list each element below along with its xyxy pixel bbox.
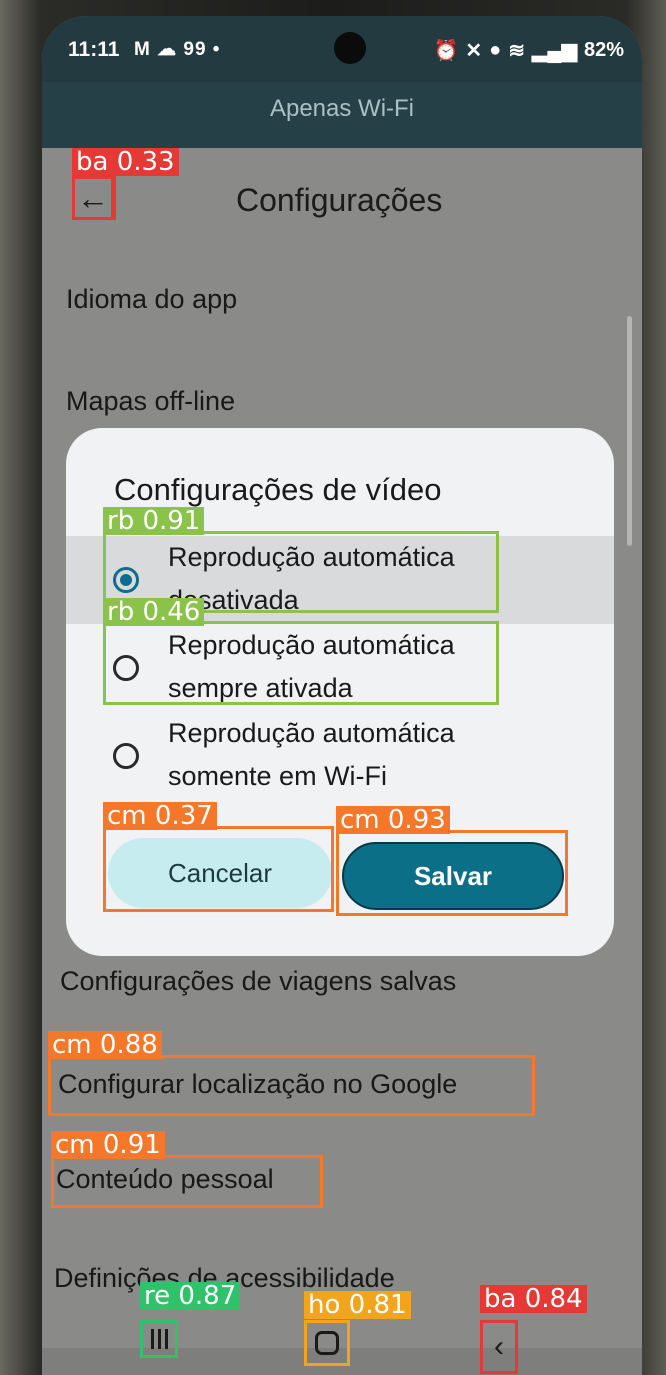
detection-box xyxy=(48,1055,535,1116)
option-label: Reprodução automática somente em Wi-Fi xyxy=(168,718,455,791)
network-banner: Apenas Wi-Fi xyxy=(42,82,642,148)
recents-icon[interactable] xyxy=(140,1320,178,1358)
detection-label: rb 0.46 xyxy=(103,598,205,626)
status-bar: 11:11 M ☁ 99 • ⏰ ✕ ● ≋ ▂▄▆ 82% xyxy=(42,16,642,82)
status-right: ⏰ ✕ ● ≋ ▂▄▆ 82% xyxy=(434,38,625,63)
dialog-title: Configurações de vídeo xyxy=(114,472,442,507)
front-camera xyxy=(334,32,366,64)
page-title: Configurações xyxy=(236,182,443,218)
settings-item-app-language[interactable]: Idioma do app xyxy=(66,284,237,315)
detection-label: cm 0.88 xyxy=(48,1031,162,1059)
detection-label: re 0.87 xyxy=(140,1282,241,1310)
status-time: 11:11 xyxy=(68,38,120,61)
detection-box xyxy=(336,830,568,916)
detection-label: ba 0.33 xyxy=(72,148,179,176)
scrollbar[interactable] xyxy=(627,316,632,546)
detection-label: ba 0.84 xyxy=(480,1285,587,1313)
detection-label: ho 0.81 xyxy=(304,1291,411,1319)
option-autoplay-wifi[interactable]: Reprodução automática somente em Wi-Fi xyxy=(66,712,614,800)
notification-icons: M ☁ 99 • xyxy=(134,39,221,60)
detection-box xyxy=(103,621,499,705)
signal-icon: ▂▄▆ xyxy=(532,40,577,62)
detection-box xyxy=(72,172,116,220)
detection-box xyxy=(103,826,334,912)
detection-label: rb 0.91 xyxy=(103,507,205,535)
settings-item-offline-maps[interactable]: Mapas off-line xyxy=(66,386,235,417)
wifi-icon: ≋ xyxy=(508,40,526,62)
home-icon[interactable] xyxy=(304,1320,350,1366)
location-icon: ● xyxy=(489,39,502,61)
settings-item-saved-trips[interactable]: Configurações de viagens salvas xyxy=(60,966,456,997)
back-nav-icon[interactable]: ‹ xyxy=(480,1320,518,1374)
detection-label: cm 0.91 xyxy=(51,1131,165,1159)
detection-box xyxy=(51,1155,323,1208)
radio-unselected-icon[interactable] xyxy=(113,743,139,769)
mute-icon: ✕ xyxy=(465,40,483,62)
detection-label: cm 0.37 xyxy=(103,802,217,830)
alarm-icon: ⏰ xyxy=(433,40,459,62)
detection-label: cm 0.93 xyxy=(336,806,450,834)
battery-percent: 82% xyxy=(583,39,624,61)
